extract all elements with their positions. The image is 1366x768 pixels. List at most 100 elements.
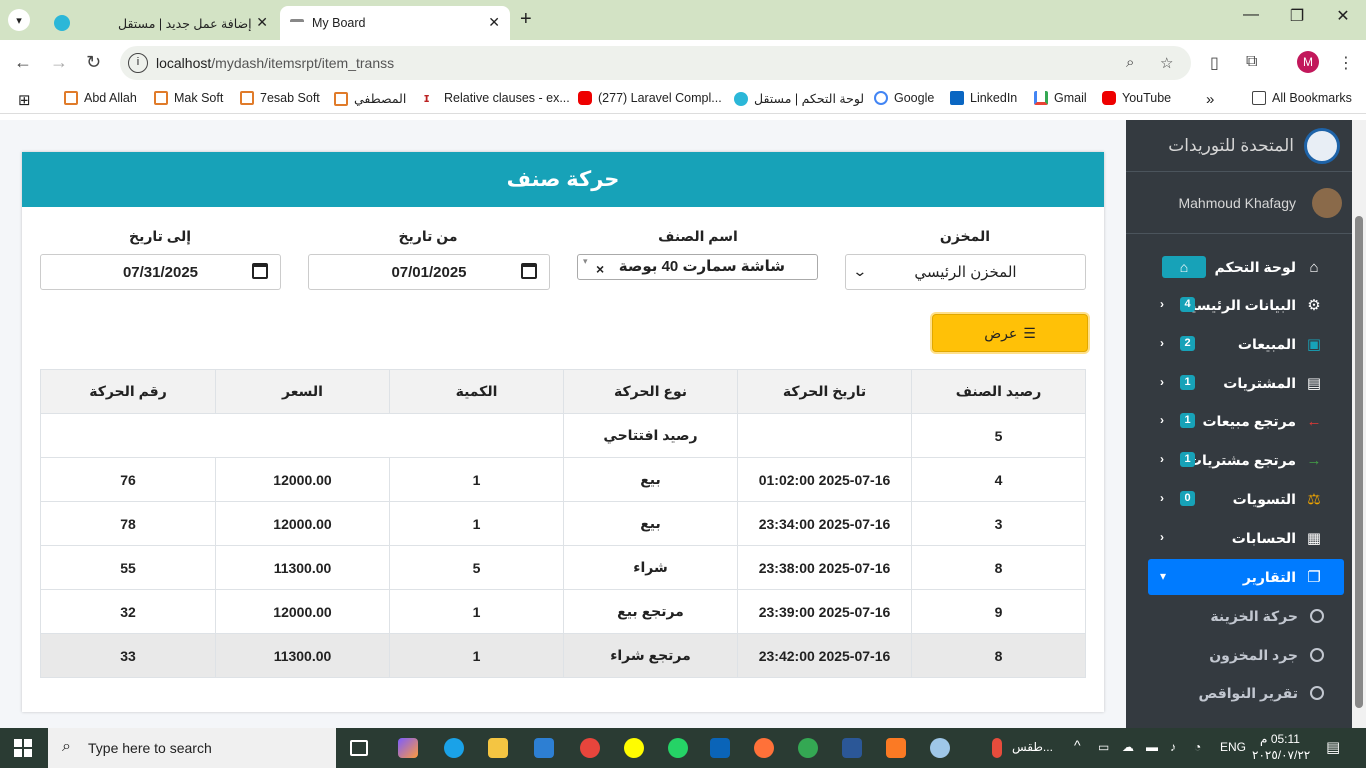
word-icon[interactable] [842,738,862,758]
firefox-icon[interactable] [754,738,774,758]
task-view-icon[interactable] [350,740,368,756]
sidebar-item-master-data[interactable]: ⚙ البيانات الرئيسية 4 ‹ [1126,287,1352,323]
language-indicator[interactable]: ENG [1220,740,1246,754]
bookmark-gmail[interactable]: Gmail [1034,91,1087,105]
store-icon[interactable] [534,738,554,758]
cloud-icon[interactable]: ☁ [1122,740,1134,754]
back-arrow-icon[interactable]: ← [14,52,32,73]
close-tab-icon[interactable]: ✕ [256,14,268,31]
taskbar-search-box[interactable]: ⌕ Type here to search [48,728,336,768]
item-select[interactable]: شاشة سمارت 40 بوصة × ▾ [577,254,818,280]
zoom-search-icon[interactable]: ⌕ [1126,54,1134,71]
profile-avatar[interactable]: M [1297,51,1319,73]
site-info-icon[interactable]: i [128,53,148,73]
scrollbar-thumb[interactable] [1355,216,1363,708]
shopping-bag-icon: ▣ [1306,336,1322,353]
sidebar-item-reports[interactable]: ❐ التقارير ▾ [1148,559,1344,595]
sidebar-item-sales[interactable]: ▣ المبيعات 2 ‹ [1126,326,1352,362]
bookmark-abd-allah[interactable]: Abd Allah [64,91,137,105]
sidebar-item-adjustments[interactable]: ⚖ التسويات 0 ‹ [1126,481,1352,517]
reading-list-icon[interactable]: ▯ [1210,53,1219,73]
wifi-icon[interactable]: ◔ [1194,740,1201,754]
browser-menu-icon[interactable]: ⋮ [1338,53,1354,73]
sidebar-subitem-shortages-report[interactable]: تقرير النواقص [1126,675,1352,711]
new-tab-button[interactable]: + [520,8,532,31]
weather-text[interactable]: طقس... [1012,740,1053,754]
bookmark-youtube[interactable]: YouTube [1102,91,1171,105]
windows-start-icon[interactable] [14,739,32,757]
volume-icon[interactable]: ♪ [1170,740,1176,754]
user-panel[interactable]: Mahmoud Khafagy [1126,172,1352,234]
type-cell: بيع [563,457,738,502]
bookmark-almostafa[interactable]: المصطفي [334,91,406,106]
sidebar-item-label: المبيعات [1237,335,1296,352]
sidebar-item-purchase-returns[interactable]: → مرتجع مشتريات 1 ‹ [1126,442,1352,478]
clock-date[interactable]: ٢٠٢٥/٠٧/٢٢ [1252,748,1310,762]
show-button[interactable]: ☰ عرض [932,314,1088,352]
outlook-icon[interactable] [710,738,730,758]
user-name: Mahmoud Khafagy [1178,194,1296,211]
movement-number-cell: 33 [40,633,216,678]
bookmark-linkedin[interactable]: LinkedIn [950,91,1017,105]
clear-selection-icon[interactable]: × [596,257,604,281]
restore-window-button[interactable]: ❐ [1274,6,1320,26]
edge-icon[interactable] [444,738,464,758]
network-icon[interactable]: ▭ [1098,740,1109,754]
paint-icon[interactable] [930,738,950,758]
extensions-puzzle-icon[interactable]: ⧉ [1246,53,1257,71]
notifications-icon[interactable]: ▤ [1326,738,1340,756]
whatsapp-icon[interactable] [668,738,688,758]
sidebar-item-sales-returns[interactable]: ← مرتجع مبيعات 1 ‹ [1126,403,1352,439]
snapchat-icon[interactable] [624,738,644,758]
to-date-input[interactable]: 07/31/2025 [40,254,281,290]
forward-arrow-icon[interactable]: → [50,52,68,73]
browser-tab-mostaql[interactable]: إضافة عمل جديد | مستقل ✕ [40,6,278,40]
bookmark-laravel[interactable]: (277) Laravel Compl... [578,91,722,105]
file-explorer-icon[interactable] [488,738,508,758]
bookmark-mostaql-dashboard[interactable]: لوحة التحكم | مستقل [734,91,864,106]
tab-search-button[interactable]: ▾ [8,9,30,31]
apps-grid-icon[interactable]: ⊞ [18,91,31,109]
calendar-icon[interactable] [521,263,537,279]
reload-icon[interactable]: ↻ [86,52,101,73]
clock-time[interactable]: 05:11 م [1258,732,1302,746]
bookmark-star-icon[interactable]: ☆ [1160,54,1173,72]
copilot-icon[interactable] [398,738,418,758]
close-tab-icon[interactable]: ✕ [488,14,500,31]
sidebar-item-dashboard[interactable]: ⌂ لوحة التحكم ⌂ [1126,249,1352,285]
bookmark-google[interactable]: Google [874,91,934,105]
chrome-profile-icon[interactable] [798,738,818,758]
movement-number-cell: 76 [40,457,216,502]
bookmark-7esab-soft[interactable]: 7esab Soft [240,91,320,105]
sidebar-item-label: المشتريات [1223,374,1296,391]
sidebar-subitem-treasury-movement[interactable]: حركة الخزينة [1126,598,1352,634]
bookmark-xampp-icon [154,91,168,105]
browser-tab-myboard[interactable]: My Board ✕ [280,6,510,40]
from-date-input[interactable]: 07/01/2025 [308,254,550,290]
store-select[interactable]: ⌄ المخزن الرئيسي [845,254,1086,290]
type-cell: شراء [563,545,738,590]
chevron-up-icon[interactable]: ^ [1074,737,1081,753]
bookmark-relative-clauses[interactable]: ɪ Relative clauses - ex... [424,91,570,106]
brand-link[interactable]: المتحدة للتوريدات [1126,120,1352,172]
url-path: /mydash/itemsrpt/item_transs [211,55,395,71]
sidebar-scrollbar[interactable] [1352,120,1366,728]
all-bookmarks-button[interactable]: All Bookmarks [1252,91,1352,105]
date-cell: 2025-07-16 23:39:00 [737,589,912,634]
close-window-button[interactable]: ✕ [1320,6,1366,26]
battery-icon[interactable]: ▬ [1146,740,1158,754]
address-bar[interactable]: i localhost/mydash/itemsrpt/item_transs … [120,46,1191,80]
sidebar-item-purchases[interactable]: ▤ المشتريات 1 ‹ [1126,365,1352,401]
sidebar-item-accounts[interactable]: ▦ الحسابات ‹ [1126,520,1352,556]
calendar-icon[interactable] [252,263,268,279]
bookmark-xampp-icon [64,91,78,105]
xampp-icon[interactable] [886,738,906,758]
bookmark-mak-soft[interactable]: Mak Soft [154,91,223,105]
weather-thermometer-icon[interactable] [992,738,1002,758]
linkedin-icon [950,91,964,105]
chrome-icon[interactable] [580,738,600,758]
sidebar-subitem-inventory-count[interactable]: جرد المخزون [1126,637,1352,673]
empty-cell [40,413,564,458]
bookmarks-overflow-button[interactable]: » [1206,91,1214,108]
minimize-window-button[interactable]: — [1228,6,1274,24]
